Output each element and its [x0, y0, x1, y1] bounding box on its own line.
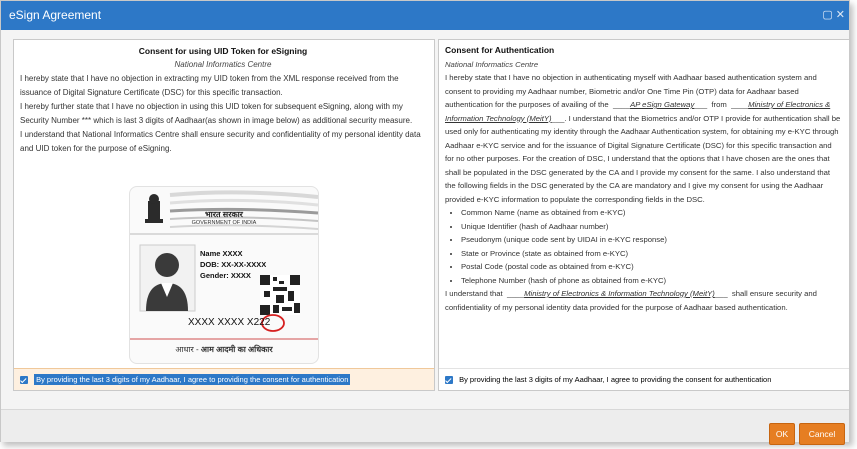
right-p1-c: . I understand that the Biometrics and/o…: [445, 113, 841, 204]
left-paragraph-2: I hereby further state that I have no ob…: [20, 102, 413, 125]
right-heading: Consent for Authentication: [445, 45, 555, 55]
right-paragraph-1: I hereby state that I have no objection …: [445, 73, 841, 204]
card-footer-aadhaar: आधार -: [175, 345, 199, 354]
ok-button[interactable]: OK: [769, 423, 795, 445]
right-consent-bar[interactable]: By providing the last 3 digits of my Aad…: [439, 368, 849, 390]
list-item: State or Province (state as obtained fro…: [461, 247, 841, 261]
esign-dialog: eSign Agreement ▢ ✕ Consent for using UI…: [0, 0, 850, 445]
right-paragraph-2: I understand that ____Ministry of Electr…: [445, 289, 817, 312]
right-p1-b: from: [711, 100, 727, 109]
aadhaar-card-image: भारत सरकार GOVERNMENT OF INDIA Name XXXX…: [129, 186, 319, 364]
right-p2-a: I understand that: [445, 289, 503, 298]
dsc-fields-list: Common Name (name as obtained from e-KYC…: [445, 206, 841, 287]
dialog-titlebar: eSign Agreement ▢ ✕: [1, 1, 849, 30]
card-footer: आधार - आम आदमी का अधिकार: [130, 344, 318, 355]
right-consent-label[interactable]: By providing the last 3 digits of my Aad…: [459, 375, 771, 384]
uid-token-consent-pane: Consent for using UID Token for eSigning…: [13, 39, 435, 391]
card-footer-slogan: आम आदमी का अधिकार: [200, 345, 273, 354]
dialog-footer: OK Cancel: [1, 409, 849, 445]
card-number: XXXX XXXX X222: [188, 317, 270, 328]
card-gender: Gender: XXXX: [200, 271, 251, 280]
card-number-prefix: XXXX XXXX X: [188, 317, 254, 328]
left-consent-bar[interactable]: By providing the last 3 digits of my Aad…: [14, 368, 434, 390]
window-controls-icon[interactable]: ▢ ✕: [822, 1, 845, 30]
card-dob: DOB: XX-XX-XXXX: [200, 260, 267, 269]
left-org: National Informatics Centre: [174, 60, 272, 69]
card-number-last3: 222: [253, 317, 271, 328]
list-item: Telephone Number (hash of phone as obtai…: [461, 274, 841, 288]
left-heading: Consent for using UID Token for eSigning: [138, 46, 308, 56]
qr-code-icon: [260, 275, 300, 315]
card-government: GOVERNMENT OF INDIA: [191, 220, 257, 226]
list-item: Common Name (name as obtained from e-KYC…: [461, 206, 841, 220]
left-consent-checkbox[interactable]: [20, 376, 28, 385]
right-consent-checkbox[interactable]: [445, 376, 453, 385]
card-name: Name XXXX: [200, 249, 243, 258]
right-org: National Informatics Centre: [445, 59, 539, 69]
right-gateway: AP eSign Gateway: [630, 100, 695, 109]
left-paragraph-3: I understand that National Informatics C…: [20, 130, 421, 153]
dialog-title: eSign Agreement: [9, 8, 102, 22]
list-item: Postal Code (postal code as obtained fro…: [461, 260, 841, 274]
list-item: Pseudonym (unique code sent by UIDAI in …: [461, 233, 841, 247]
list-item: Unique Identifier (hash of Aadhaar numbe…: [461, 220, 841, 234]
left-consent-label[interactable]: By providing the last 3 digits of my Aad…: [34, 374, 351, 385]
card-hindi-government: भारत सरकार: [205, 210, 243, 219]
left-paragraph-1: I hereby state that I have no objection …: [20, 74, 399, 97]
authentication-consent-pane: Consent for Authentication National Info…: [438, 39, 850, 391]
right-ministry-2: Ministry of Electronics & Information Te…: [524, 289, 715, 298]
person-silhouette-icon: [139, 244, 196, 312]
cancel-button[interactable]: Cancel: [799, 423, 845, 445]
